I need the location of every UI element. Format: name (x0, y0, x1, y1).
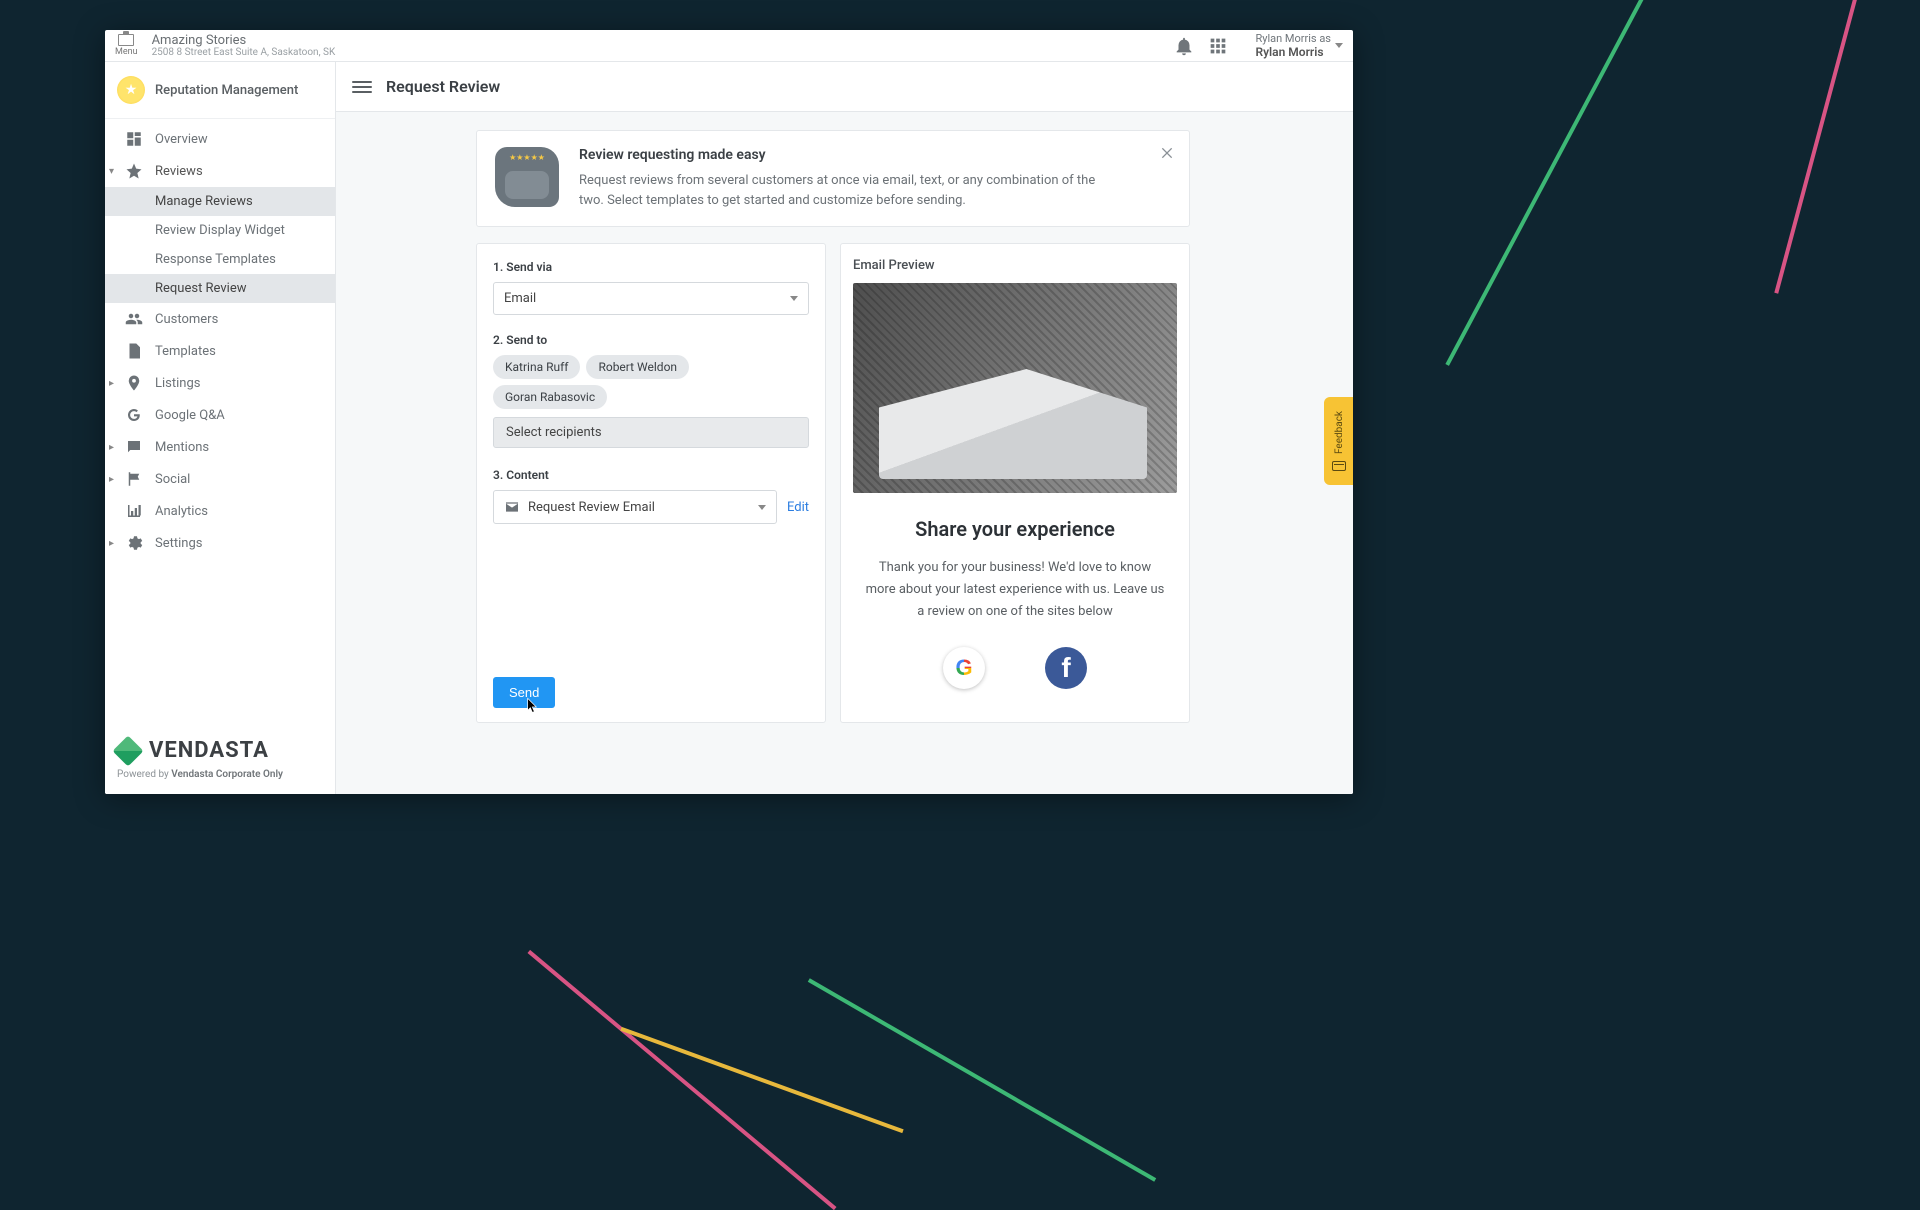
decor-line (620, 1027, 903, 1133)
send-via-select[interactable]: Email (493, 282, 809, 315)
decor-line (808, 978, 1156, 1181)
sidebar-item-settings[interactable]: ▸ Settings (105, 527, 335, 559)
powered-by-label: Powered by (117, 769, 171, 780)
chevron-right-icon: ▸ (109, 538, 114, 549)
mail-icon (1332, 461, 1346, 471)
business-address: 2508 8 Street East Suite A, Saskatoon, S… (152, 47, 336, 58)
recipient-chip[interactable]: Goran Rabasovic (493, 385, 607, 409)
request-form-card: 1. Send via Email 2. Send to Katrina Ruf… (476, 243, 826, 723)
sidebar-item-templates[interactable]: Templates (105, 335, 335, 367)
star-icon (125, 162, 143, 180)
sidebar-item-social[interactable]: ▸ Social (105, 463, 335, 495)
intro-body: Request reviews from several customers a… (579, 171, 1119, 210)
sidebar-item-google-qa[interactable]: Google Q&A (105, 399, 335, 431)
chart-icon (125, 502, 143, 520)
user-menu[interactable]: Rylan Morris as Rylan Morris (1255, 32, 1343, 60)
app-window: Menu Amazing Stories 2508 8 Street East … (105, 30, 1353, 794)
main-panel: Request Review Review requesting made ea… (336, 62, 1353, 794)
select-recipients-button[interactable]: Select recipients (493, 417, 809, 448)
sidebar-item-mentions[interactable]: ▸ Mentions (105, 431, 335, 463)
content-template-select[interactable]: Request Review Email (493, 490, 777, 524)
content-template-value: Request Review Email (528, 500, 655, 515)
close-icon (1159, 145, 1175, 161)
chevron-down-icon (1335, 43, 1343, 48)
email-preview-card: Email Preview Share your experience Than… (840, 243, 1190, 723)
vendasta-logo-icon (112, 735, 143, 766)
chevron-right-icon: ▸ (109, 474, 114, 485)
feedback-tab[interactable]: Feedback (1324, 397, 1353, 485)
main-header: Request Review (336, 62, 1353, 112)
mail-icon (504, 499, 520, 515)
chevron-down-icon: ▾ (109, 166, 114, 177)
user-as-label: Rylan Morris as (1255, 32, 1331, 45)
preview-hero-image (853, 283, 1177, 493)
vendasta-wordmark: VENDASTA (149, 738, 269, 763)
hamburger-icon[interactable] (352, 78, 372, 96)
preview-headline: Share your experience (853, 517, 1177, 541)
sidebar-item-review-display-widget[interactable]: Review Display Widget (105, 216, 335, 245)
intro-title: Review requesting made easy (579, 147, 1119, 163)
send-button[interactable]: Send (493, 677, 555, 708)
step3-label: 3. Content (493, 468, 809, 482)
people-icon (125, 310, 143, 328)
sidebar-product-header[interactable]: Reputation Management (105, 62, 335, 119)
user-name: Rylan Morris (1255, 45, 1331, 59)
preview-header: Email Preview (853, 256, 1177, 283)
apps-grid-icon[interactable] (1207, 35, 1229, 57)
page-title: Request Review (386, 77, 500, 96)
chevron-down-icon (758, 505, 766, 510)
sidebar-item-reviews[interactable]: ▾ Reviews (105, 155, 335, 187)
global-menu-button[interactable]: Menu (115, 34, 138, 57)
google-review-button[interactable]: G (943, 647, 985, 689)
sidebar-item-listings[interactable]: ▸ Listings (105, 367, 335, 399)
step1-label: 1. Send via (493, 260, 809, 274)
decor-line (1774, 0, 1881, 294)
sidebar-item-overview[interactable]: Overview (105, 123, 335, 155)
document-icon (125, 342, 143, 360)
google-icon (125, 406, 143, 424)
close-intro-button[interactable] (1159, 145, 1175, 165)
sidebar-footer-brand: VENDASTA Powered by Vendasta Corporate O… (105, 724, 335, 794)
send-via-value: Email (504, 291, 536, 306)
sidebar-item-manage-reviews[interactable]: Manage Reviews (105, 187, 335, 216)
intro-illustration (495, 147, 559, 207)
sidebar-item-request-review[interactable]: Request Review (105, 274, 335, 303)
edit-template-link[interactable]: Edit (787, 500, 809, 515)
recipient-chip[interactable]: Katrina Ruff (493, 355, 580, 379)
sidebar-item-response-templates[interactable]: Response Templates (105, 245, 335, 274)
sidebar-item-customers[interactable]: Customers (105, 303, 335, 335)
preview-body: Thank you for your business! We'd love t… (853, 557, 1177, 623)
facebook-review-button[interactable]: f (1045, 647, 1087, 689)
gear-icon (125, 534, 143, 552)
decor-line (1445, 0, 1730, 366)
pin-icon (125, 374, 143, 392)
chevron-right-icon: ▸ (109, 442, 114, 453)
powered-by-company: Vendasta Corporate Only (171, 769, 283, 780)
global-menu-label: Menu (115, 47, 138, 57)
notifications-icon[interactable] (1173, 35, 1195, 57)
chevron-down-icon (790, 296, 798, 301)
chat-icon (125, 438, 143, 456)
business-name: Amazing Stories (152, 34, 336, 47)
sidebar-item-analytics[interactable]: Analytics (105, 495, 335, 527)
product-title: Reputation Management (155, 83, 298, 98)
sidebar: Reputation Management Overview ▾ Reviews… (105, 62, 336, 794)
step2-label: 2. Send to (493, 333, 809, 347)
intro-card: Review requesting made easy Request revi… (476, 130, 1190, 227)
chevron-right-icon: ▸ (109, 378, 114, 389)
recipient-chip[interactable]: Robert Weldon (586, 355, 689, 379)
star-icon (117, 76, 145, 104)
feedback-label: Feedback (1334, 411, 1345, 454)
flag-icon (125, 470, 143, 488)
topbar: Menu Amazing Stories 2508 8 Street East … (105, 30, 1353, 62)
dashboard-icon (125, 130, 143, 148)
